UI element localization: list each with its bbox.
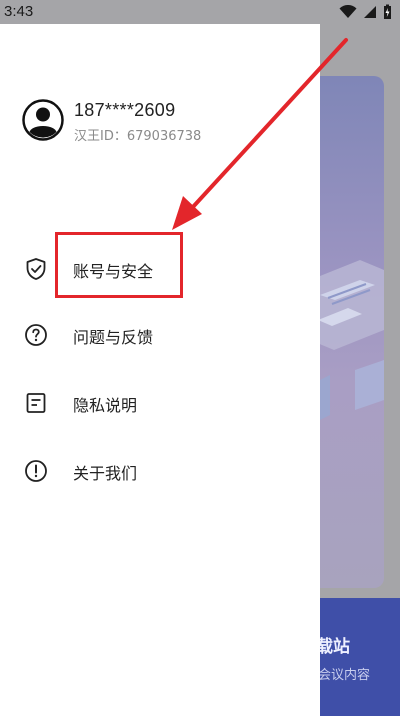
highlight-box xyxy=(55,232,183,298)
navigation-drawer: 187****2609 汉王ID：679036738 账号与安全 问题与反馈 隐… xyxy=(0,24,320,716)
question-circle-icon xyxy=(25,324,47,346)
menu-item-label: 隐私说明 xyxy=(73,396,138,415)
battery-charging-icon xyxy=(384,4,391,19)
status-bar: 3:43 xyxy=(0,0,400,24)
info-exclamation-icon xyxy=(25,460,47,482)
menu-item-label: 关于我们 xyxy=(73,464,138,483)
background-title: 载站 xyxy=(316,637,350,657)
document-icon xyxy=(26,393,46,413)
menu-item-privacy[interactable]: 隐私说明 xyxy=(0,379,320,427)
user-id-value: 679036738 xyxy=(126,129,202,144)
wifi-icon xyxy=(339,5,357,18)
menu-item-label: 问题与反馈 xyxy=(73,328,154,347)
user-id: 汉王ID：679036738 xyxy=(74,125,201,144)
background-subtitle: 会议内容 xyxy=(318,668,371,683)
cellular-signal-icon xyxy=(364,6,376,18)
status-time: 3:43 xyxy=(4,3,34,20)
shield-check-icon xyxy=(26,258,46,280)
avatar-icon[interactable] xyxy=(22,99,64,141)
user-id-label: 汉王ID： xyxy=(74,129,127,144)
menu-item-feedback[interactable]: 问题与反馈 xyxy=(0,311,320,359)
user-phone[interactable]: 187****2609 xyxy=(74,100,175,121)
menu-item-about[interactable]: 关于我们 xyxy=(0,447,320,495)
